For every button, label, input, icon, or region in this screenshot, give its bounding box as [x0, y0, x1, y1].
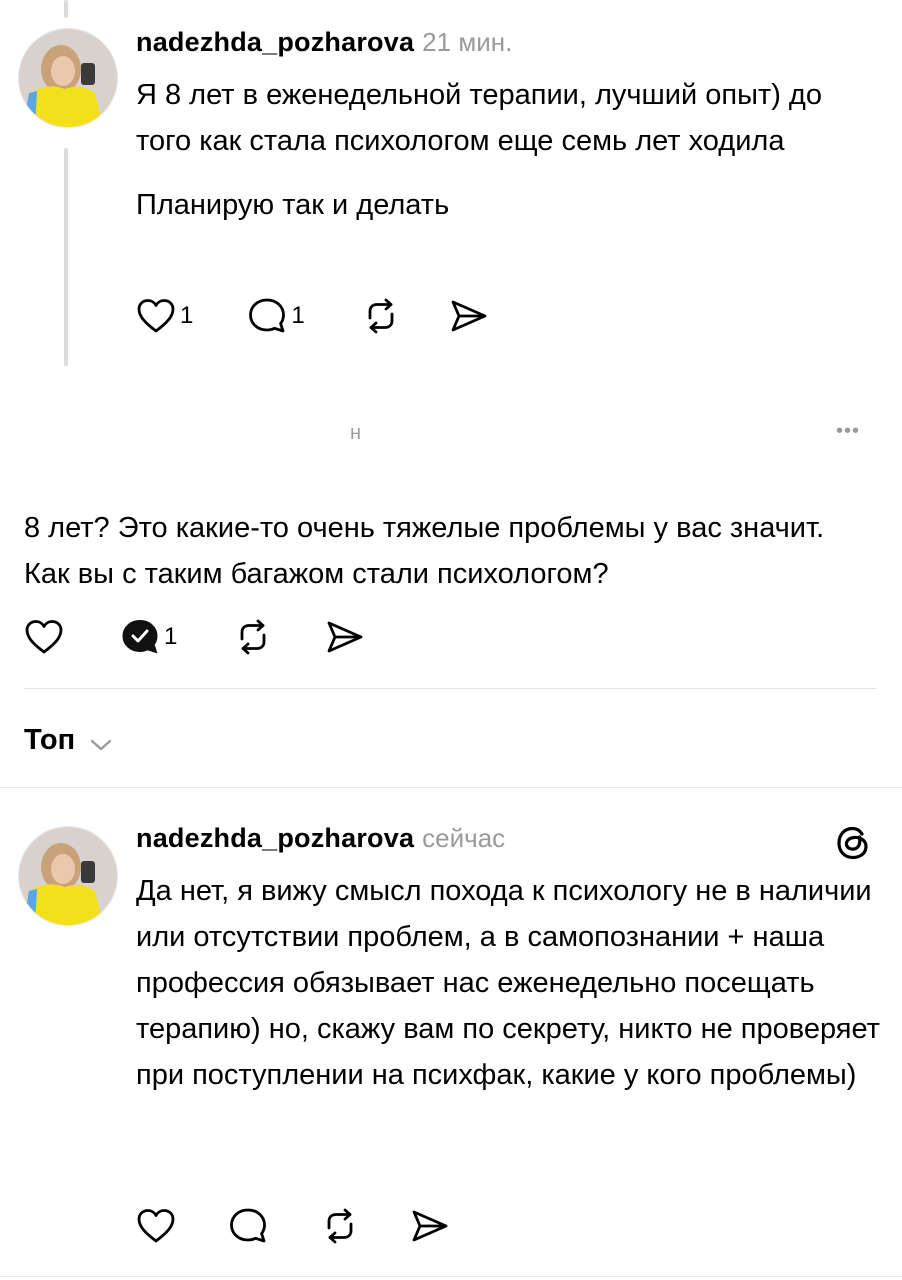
share-button[interactable] — [449, 298, 489, 334]
send-icon — [412, 1210, 448, 1242]
avatar-photo-icon — [19, 29, 117, 127]
threads-logo-button[interactable] — [834, 824, 872, 867]
post-paragraph-2: Планирую так и делать — [136, 189, 450, 221]
post-header: nadezhda_pozharova сейчас — [136, 820, 505, 856]
reply-count: 1 — [291, 302, 305, 329]
post-actions: 1 1 — [136, 296, 489, 336]
post-paragraph-1: Я 8 лет в еженедельной терапии, лучший о… — [136, 79, 822, 157]
heart-icon — [137, 1209, 175, 1243]
post-text: Я 8 лет в еженедельной терапии, лучший о… — [136, 72, 876, 228]
username[interactable]: nadezhda_pozharova — [136, 27, 414, 57]
reply-count: 1 — [164, 623, 178, 650]
avatar[interactable] — [18, 28, 118, 128]
threads-logo-icon — [837, 826, 868, 860]
avatar[interactable] — [18, 826, 118, 926]
faded-username: н — [350, 422, 362, 444]
comment-filled-check-icon — [122, 619, 158, 654]
reply-button[interactable] — [228, 1207, 268, 1245]
post-actions: 1 — [24, 617, 365, 657]
repost-icon — [327, 1208, 353, 1244]
comment-icon — [230, 1208, 266, 1243]
repost-button[interactable] — [361, 298, 401, 334]
chevron-down-icon — [90, 739, 111, 750]
share-button[interactable] — [410, 1208, 450, 1244]
post-header: nadezhda_pozharova 21 мин. — [136, 24, 512, 60]
more-options-button[interactable]: ••• — [836, 420, 860, 443]
sort-label: Топ — [24, 724, 76, 756]
heart-icon — [137, 299, 175, 333]
post-actions — [136, 1206, 450, 1246]
divider — [0, 1276, 902, 1277]
thread-line-top — [64, 0, 68, 18]
avatar-photo-icon — [19, 827, 117, 925]
divider — [24, 688, 876, 689]
divider — [0, 787, 902, 788]
repost-button[interactable] — [320, 1208, 360, 1244]
reply-button[interactable]: 1 — [120, 618, 177, 656]
share-button[interactable] — [325, 619, 365, 655]
sort-dropdown[interactable]: Топ — [24, 720, 112, 760]
username[interactable]: nadezhda_pozharova — [136, 823, 414, 853]
post-text: Да нет, я вижу смысл похода к психологу … — [136, 875, 880, 1091]
like-button[interactable] — [24, 619, 64, 655]
heart-icon — [25, 620, 63, 654]
like-button[interactable] — [136, 1208, 176, 1244]
timestamp: сейчас — [422, 823, 506, 853]
thread-line — [64, 148, 68, 366]
reply-button[interactable]: 1 — [247, 297, 305, 335]
repost-icon — [368, 298, 394, 334]
repost-icon — [240, 619, 266, 655]
like-button[interactable]: 1 — [136, 298, 193, 334]
post-text: 8 лет? Это какие-то очень тяжелые пробле… — [24, 512, 825, 590]
repost-button[interactable] — [233, 619, 273, 655]
like-count: 1 — [180, 302, 194, 329]
comment-icon — [249, 298, 286, 333]
timestamp: 21 мин. — [422, 27, 513, 57]
send-icon — [327, 621, 363, 653]
send-icon — [451, 300, 487, 332]
